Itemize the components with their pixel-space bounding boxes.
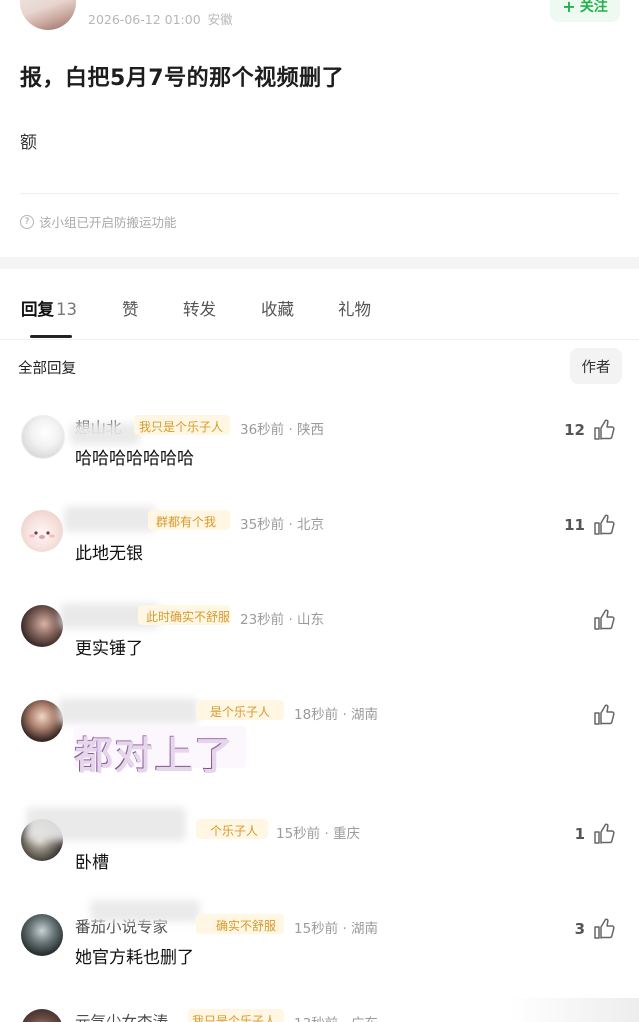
thumbs-up-icon[interactable] xyxy=(592,418,616,442)
tab-likes[interactable]: 赞 xyxy=(122,296,139,320)
follow-label: 关注 xyxy=(579,0,608,15)
name-blur xyxy=(90,900,200,922)
member-badge: 个乐子人 xyxy=(210,824,259,838)
comment-text: 更实锤了 xyxy=(75,639,143,659)
comment-item[interactable]: 个乐子人 15秒前 · 重庆 卧槽 1 xyxy=(0,807,639,909)
divider xyxy=(0,339,639,340)
commenter-avatar[interactable] xyxy=(21,605,63,647)
post-meta: 2026-06-12 01:00 安徽 xyxy=(88,9,233,28)
comment-item[interactable]: 是个乐子人 18秒前 · 湖南 都对上了 xyxy=(0,698,639,800)
thumbs-up-icon[interactable] xyxy=(592,608,616,632)
like-count: 11 xyxy=(564,516,585,534)
commenter-avatar[interactable] xyxy=(21,415,65,459)
tab-favorites[interactable]: 收藏 xyxy=(261,296,294,320)
comment-time-location: 15秒前 · 重庆 xyxy=(276,826,361,842)
like-count: 1 xyxy=(574,825,585,843)
like-count: 3 xyxy=(574,920,585,938)
commenter-avatar[interactable] xyxy=(21,700,63,742)
member-badge: 是个乐子人 xyxy=(210,705,271,719)
member-badge: 群都有个我 xyxy=(156,515,217,529)
thumbs-up-icon[interactable] xyxy=(592,917,616,941)
comment-text: 此地无银 xyxy=(75,544,143,564)
post-body: 额 xyxy=(20,133,37,153)
post-title: 报，白把5月7号的那个视频删了 xyxy=(20,66,345,91)
bottom-fade xyxy=(509,998,639,1022)
member-badge: 我只是个乐子人 xyxy=(139,420,224,434)
comment-time-location: 35秒前 · 北京 xyxy=(240,517,325,533)
tab-bar: 回复 13 赞 转发 收藏 礼物 xyxy=(0,296,639,326)
member-badge: 我只是个乐子人 xyxy=(192,1014,277,1022)
tab-replies-label: 回复 xyxy=(21,300,54,319)
name-blur xyxy=(64,506,156,532)
member-badge: 此时确实不舒服 xyxy=(146,610,231,624)
comment-text: 她官方耗也删了 xyxy=(75,948,194,968)
name-blur xyxy=(70,423,140,445)
name-blur xyxy=(26,807,186,841)
author-filter-button[interactable]: 作者 xyxy=(570,348,622,384)
commenter-avatar[interactable] xyxy=(21,914,63,956)
comment-text: 卧槽 xyxy=(75,853,109,873)
notice-text: 该小组已开启防搬运功能 xyxy=(39,215,177,230)
commenter-avatar[interactable] xyxy=(21,510,63,552)
active-tab-indicator xyxy=(30,335,72,338)
post-location: 安徽 xyxy=(207,12,233,27)
thumbs-up-icon[interactable] xyxy=(592,822,616,846)
comment-time-location: 15秒前 · 湖南 xyxy=(294,921,379,937)
comment-item[interactable]: 番茄小说专家 确实不舒服 15秒前 · 湖南 她官方耗也删了 3 xyxy=(0,900,639,1004)
comment-time-location: 23秒前 · 山东 xyxy=(240,612,325,628)
like-count: 12 xyxy=(564,421,585,439)
commenter-avatar[interactable] xyxy=(21,1009,63,1022)
anti-repost-notice: ? 该小组已开启防搬运功能 xyxy=(20,212,177,231)
tab-reposts[interactable]: 转发 xyxy=(183,296,216,320)
follow-button[interactable]: + 关注 xyxy=(550,0,620,22)
tab-replies-count: 13 xyxy=(56,300,77,319)
section-divider xyxy=(0,257,639,269)
tab-replies[interactable]: 回复 13 xyxy=(21,296,77,320)
name-blur xyxy=(58,698,198,724)
comment-item[interactable]: 群都有个我 35秒前 · 北京 此地无银 11 xyxy=(0,506,639,600)
plus-icon: + xyxy=(562,0,576,16)
thumbs-up-icon[interactable] xyxy=(592,513,616,537)
question-circle-icon: ? xyxy=(20,214,34,229)
post-datetime: 2026-06-12 01:00 xyxy=(88,12,201,27)
thumbs-up-icon[interactable] xyxy=(592,703,616,727)
sticker-text: 都对上了 xyxy=(74,724,234,779)
comment-time-location: 13秒前 · 广东 xyxy=(294,1012,378,1022)
comment-time-location: 36秒前 · 陕西 xyxy=(240,422,325,438)
comment-text: 哈哈哈哈哈哈哈 xyxy=(75,449,194,469)
comment-item[interactable]: 此时确实不舒服 23秒前 · 山东 更实锤了 xyxy=(0,603,639,695)
member-badge: 确实不舒服 xyxy=(216,919,277,933)
comment-time-location: 18秒前 · 湖南 xyxy=(294,707,379,723)
tab-gifts[interactable]: 礼物 xyxy=(338,296,371,320)
poster-avatar[interactable] xyxy=(20,0,76,30)
comment-item[interactable]: 想山北 我只是个乐子人 36秒前 · 陕西 哈哈哈哈哈哈哈 12 xyxy=(0,415,639,505)
divider xyxy=(20,193,619,194)
commenter-name[interactable]: 元气少女杏涛 xyxy=(75,1010,168,1022)
all-replies-heading: 全部回复 xyxy=(18,361,76,377)
